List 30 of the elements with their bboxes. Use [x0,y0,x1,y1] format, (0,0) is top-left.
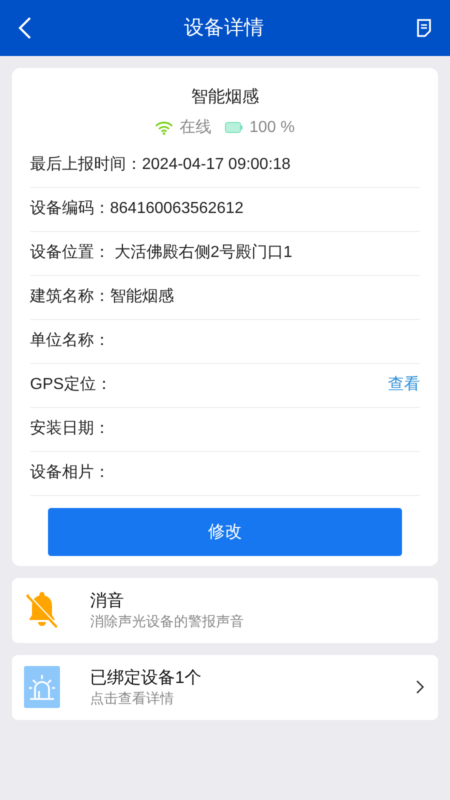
field-value: 大活佛殿右侧2号殿门口1 [113,242,292,263]
field-label: 安装日期： [30,418,110,439]
field-label: 单位名称： [30,331,110,351]
field-value: 智能烟感 [110,286,174,307]
field-label: GPS定位： [30,374,112,395]
field-label: 设备相片： [30,462,110,483]
battery-text: 100 % [249,118,295,138]
back-icon[interactable] [18,16,32,40]
action-title: 消音 [90,590,125,612]
field-label: 建筑名称： [30,286,110,307]
status-text: 在线 [179,118,212,138]
mute-card[interactable]: 消音 消除声光设备的警报声音 [12,578,438,642]
bound-devices-card[interactable]: 已绑定设备1个 点击查看详情 [12,654,438,720]
notes-icon[interactable] [416,19,432,37]
field-label: 设备编码： [30,198,110,219]
wifi-icon [155,120,174,134]
action-subtitle: 消除声光设备的警报声音 [90,612,244,630]
action-subtitle: 点击查看详情 [90,689,175,707]
muted-bell-icon [24,589,60,631]
edit-button[interactable]: 修改 [48,508,402,556]
field-label: 最后上报时间： [30,154,142,175]
page-title: 设备详情 [184,16,264,41]
chevron-right-icon [416,680,424,694]
battery-icon [225,122,244,133]
alarm-light-icon [24,666,60,708]
field-value: 864160063562612 [110,199,244,219]
action-title: 已绑定设备1个 [90,667,202,689]
field-value: 2024-04-17 09:00:18 [142,155,291,175]
field-label: 设备位置： [30,243,110,263]
device-name: 智能烟感 [190,86,260,108]
